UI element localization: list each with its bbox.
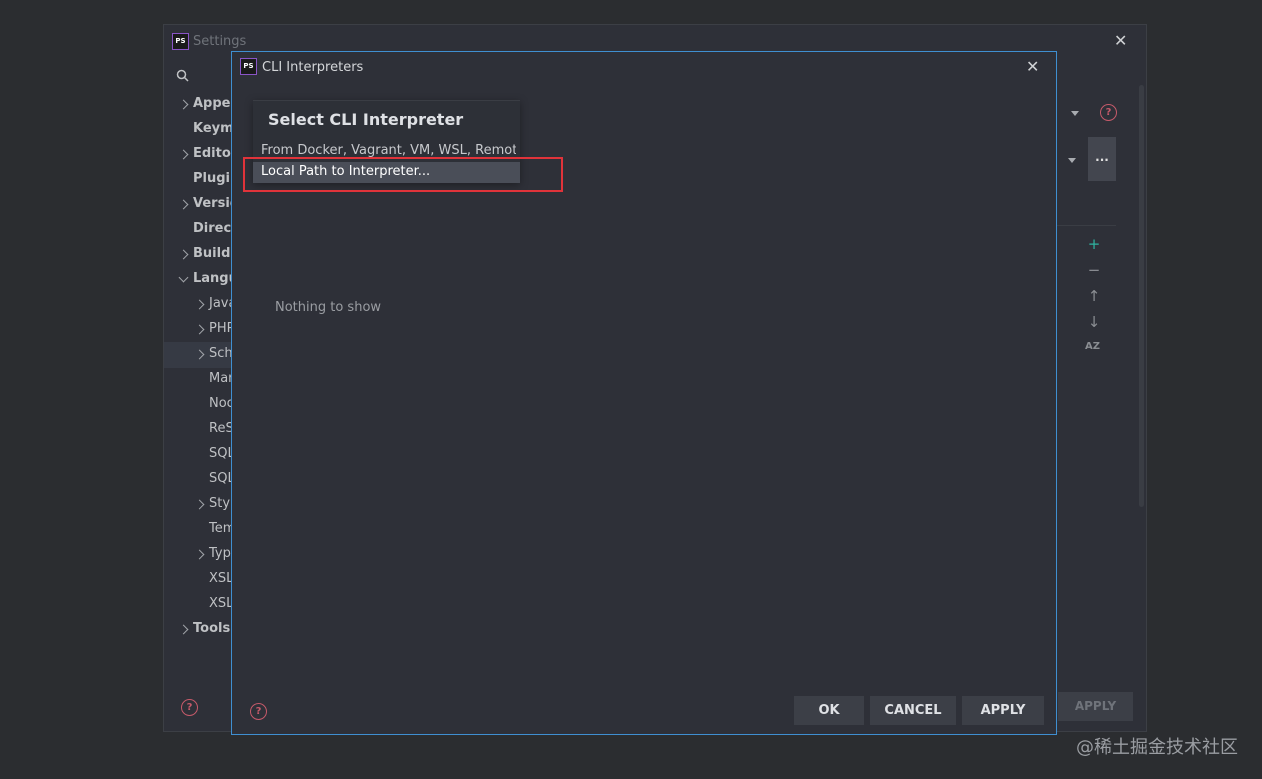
chevron-right-icon[interactable]	[194, 549, 205, 560]
highlight-annotation	[243, 157, 563, 192]
chevron-down-icon[interactable]	[178, 272, 189, 283]
tree-item-label: XSL	[209, 571, 234, 586]
tree-item[interactable]: Noc	[164, 393, 234, 418]
tree-item[interactable]: Build,	[164, 243, 234, 268]
help-icon[interactable]: ?	[181, 699, 198, 716]
tree-item-label: Mar	[209, 371, 234, 386]
tree-item[interactable]: Direct	[164, 218, 234, 243]
chevron-down-icon[interactable]	[1068, 158, 1076, 163]
chevron-right-icon[interactable]	[194, 349, 205, 360]
tree-item-label: Versio	[193, 196, 234, 211]
tree-item-label: Appea	[193, 96, 234, 111]
chevron-right-icon[interactable]	[178, 99, 189, 110]
tree-item-label: Direct	[193, 221, 234, 236]
tree-item[interactable]: SQL	[164, 468, 234, 493]
remove-icon[interactable]: −	[1087, 261, 1101, 279]
sort-alpha-icon[interactable]: AZ	[1085, 341, 1100, 352]
chevron-right-icon[interactable]	[194, 499, 205, 510]
settings-apply-button[interactable]: APPLY	[1058, 692, 1133, 721]
tree-item-label: Langu	[193, 271, 234, 286]
tree-item[interactable]: Plugin	[164, 168, 234, 193]
tree-item[interactable]: Editor	[164, 143, 234, 168]
add-icon[interactable]: +	[1087, 235, 1101, 253]
apply-button[interactable]: APPLY	[962, 696, 1044, 725]
tree-item[interactable]: ReS	[164, 418, 234, 443]
tree-item-label: Plugin	[193, 171, 234, 186]
browse-button[interactable]: ...	[1088, 137, 1116, 181]
chevron-down-icon[interactable]	[1071, 111, 1079, 116]
tree-item[interactable]: Keyma	[164, 118, 234, 143]
empty-state-text: Nothing to show	[275, 300, 382, 315]
tree-item[interactable]: Java	[164, 293, 234, 318]
chevron-right-icon[interactable]	[194, 299, 205, 310]
chevron-right-icon[interactable]	[178, 199, 189, 210]
arrow-down-icon[interactable]: ↓	[1087, 313, 1101, 331]
scrollbar[interactable]	[1139, 85, 1144, 507]
tree-item-label: Tools	[193, 621, 231, 636]
dialog-title: CLI Interpreters	[262, 60, 364, 75]
help-icon[interactable]: ?	[1100, 104, 1117, 121]
cancel-button[interactable]: CANCEL	[870, 696, 956, 725]
arrow-up-icon[interactable]: ↑	[1087, 287, 1101, 305]
tree-item-label: Editor	[193, 146, 234, 161]
tree-item[interactable]: Tools	[164, 618, 234, 643]
help-icon[interactable]: ?	[250, 703, 267, 720]
tree-item[interactable]: Langu	[164, 268, 234, 293]
phpstorm-logo-icon: PS	[172, 33, 189, 50]
tree-item[interactable]: Mar	[164, 368, 234, 393]
tree-item[interactable]: XSL	[164, 568, 234, 593]
tree-item[interactable]: PHP	[164, 318, 234, 343]
tree-item-label: Build,	[193, 246, 234, 261]
chevron-right-icon[interactable]	[178, 249, 189, 260]
tree-item-label: Keyma	[193, 121, 234, 136]
watermark: @稀土掘金技术社区	[1076, 737, 1238, 758]
phpstorm-logo-icon: PS	[240, 58, 257, 75]
chevron-right-icon[interactable]	[178, 149, 189, 160]
tree-item[interactable]: SQL	[164, 443, 234, 468]
tree-item[interactable]: Tem	[164, 518, 234, 543]
popup-item-from-docker[interactable]: From Docker, Vagrant, VM, WSL, Remote...	[261, 143, 516, 158]
search-icon[interactable]	[176, 68, 190, 82]
tree-item-label: ReS	[209, 421, 234, 436]
divider	[1057, 225, 1116, 226]
tree-item[interactable]: Sche	[164, 343, 234, 368]
tree-item[interactable]: Versio	[164, 193, 234, 218]
dialog-close-icon[interactable]: ✕	[1026, 57, 1039, 76]
tree-item[interactable]: Style	[164, 493, 234, 518]
settings-close-icon[interactable]: ✕	[1114, 31, 1127, 50]
tree-item-label: XSL	[209, 596, 234, 611]
chevron-right-icon[interactable]	[178, 624, 189, 635]
chevron-right-icon[interactable]	[194, 324, 205, 335]
tree-item[interactable]: Appea	[164, 93, 234, 118]
tree-item[interactable]: Typ	[164, 543, 234, 568]
settings-title: Settings	[193, 34, 247, 49]
tree-item-label: Typ	[209, 546, 231, 561]
popup-title: Select CLI Interpreter	[268, 110, 464, 129]
ok-button[interactable]: OK	[794, 696, 864, 725]
tree-item[interactable]: XSL	[164, 593, 234, 618]
